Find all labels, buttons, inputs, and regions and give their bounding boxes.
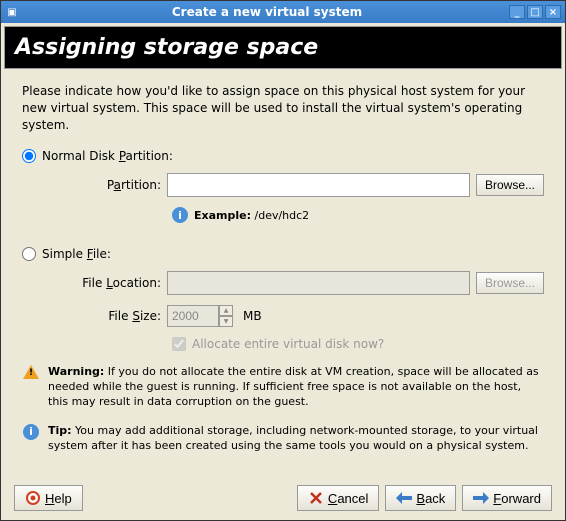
forward-button[interactable]: Forward (462, 485, 552, 511)
file-location-label: File Location: (46, 276, 161, 290)
content: Please indicate how you'd like to assign… (4, 69, 562, 479)
back-icon (396, 490, 412, 506)
warning-icon (23, 365, 39, 379)
example-text: Example: /dev/hdc2 (194, 209, 309, 222)
maximize-button[interactable]: □ (527, 5, 543, 19)
titlebar: ▣ Create a new virtual system _ □ × (1, 1, 565, 23)
warning-note: Warning: If you do not allocate the enti… (22, 365, 544, 410)
help-button[interactable]: Help (14, 485, 83, 511)
allocate-label: Allocate entire virtual disk now? (192, 337, 384, 351)
forward-icon (473, 490, 489, 506)
partition-browse-button[interactable]: Browse... (476, 174, 544, 196)
option-normal-disk-label: Normal Disk Partition: (42, 149, 173, 163)
file-size-row: File Size: ▲ ▼ MB (46, 305, 544, 327)
info-icon: i (172, 207, 188, 223)
partition-label: Partition: (46, 178, 161, 192)
client-area: Assigning storage space Please indicate … (1, 23, 565, 520)
file-location-row: File Location: Browse... (46, 271, 544, 295)
option-simple-file[interactable]: Simple File: (22, 247, 544, 261)
allocate-row: Allocate entire virtual disk now? (172, 337, 544, 351)
warning-text: Warning: If you do not allocate the enti… (48, 365, 544, 410)
footer: Help Cancel Back Forward (4, 479, 562, 517)
back-button[interactable]: Back (385, 485, 456, 511)
tip-text: Tip: You may add additional storage, inc… (48, 424, 544, 454)
partition-example: i Example: /dev/hdc2 (172, 207, 544, 223)
help-icon (25, 490, 41, 506)
file-size-unit: MB (243, 309, 262, 323)
window: ▣ Create a new virtual system _ □ × Assi… (0, 0, 566, 521)
cancel-button[interactable]: Cancel (297, 485, 379, 511)
partition-input[interactable] (167, 173, 470, 197)
radio-simple-file[interactable] (22, 247, 36, 261)
radio-normal-disk[interactable] (22, 149, 36, 163)
minimize-button[interactable]: _ (509, 5, 525, 19)
option-simple-file-label: Simple File: (42, 247, 111, 261)
spin-down-icon: ▼ (219, 316, 233, 327)
partition-row: Partition: Browse... (46, 173, 544, 197)
close-button[interactable]: × (545, 5, 561, 19)
app-icon: ▣ (5, 5, 19, 19)
page-title: Assigning storage space (4, 26, 562, 69)
allocate-checkbox (172, 337, 186, 351)
cancel-icon (308, 490, 324, 506)
option-normal-disk[interactable]: Normal Disk Partition: (22, 149, 544, 163)
file-size-spinner: ▲ ▼ (167, 305, 237, 327)
file-size-input (167, 305, 219, 327)
intro-text: Please indicate how you'd like to assign… (22, 83, 544, 133)
tip-note: i Tip: You may add additional storage, i… (22, 424, 544, 454)
file-size-label: File Size: (46, 309, 161, 323)
window-buttons: _ □ × (509, 5, 561, 19)
window-title: Create a new virtual system (25, 5, 509, 19)
info-icon: i (23, 424, 39, 440)
file-location-input (167, 271, 470, 295)
spin-up-icon: ▲ (219, 305, 233, 316)
file-browse-button: Browse... (476, 272, 544, 294)
